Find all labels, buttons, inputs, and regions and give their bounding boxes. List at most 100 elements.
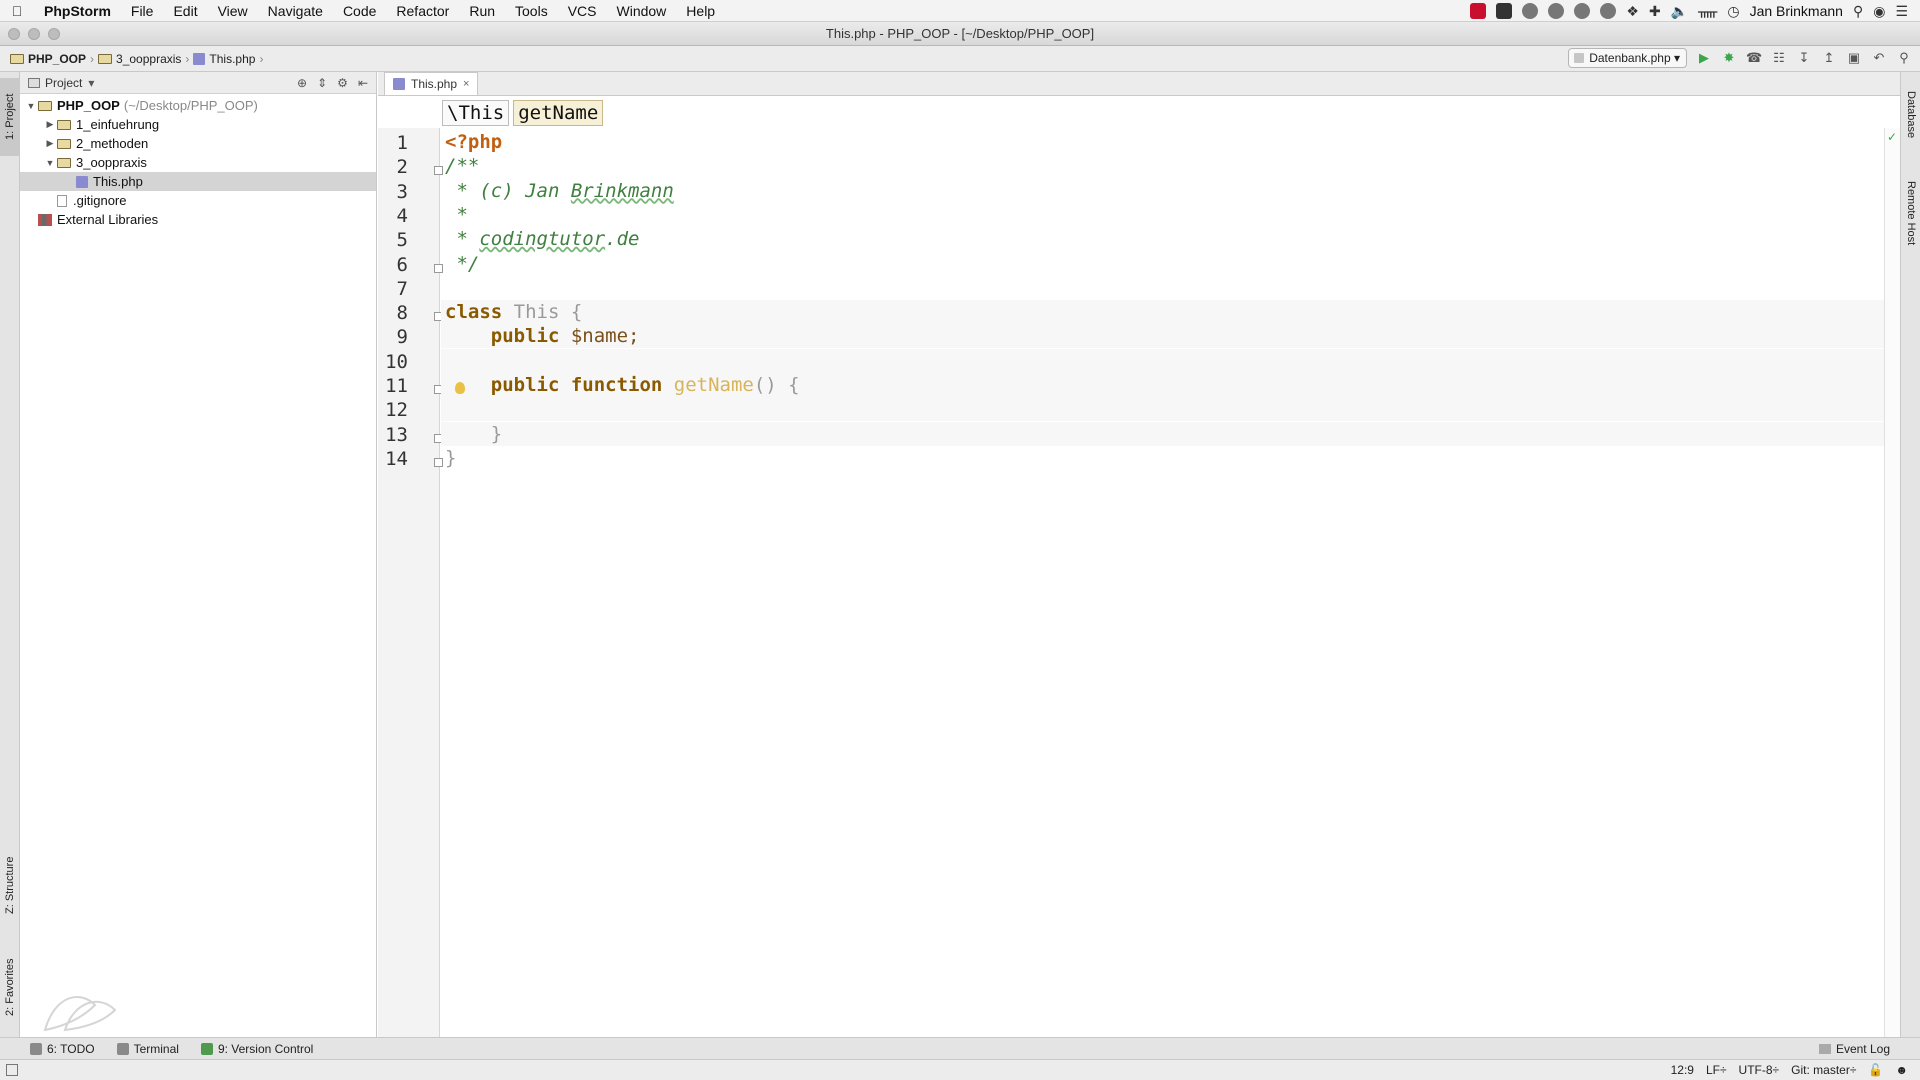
- tree-item[interactable]: ▼ PHP_OOP (~/Desktop/PHP_OOP): [20, 96, 376, 115]
- volume-icon[interactable]: 🔈: [1671, 3, 1688, 20]
- spotlight-search-icon[interactable]: ⚲: [1853, 3, 1863, 20]
- validate-debug-icon[interactable]: ☷: [1771, 50, 1787, 66]
- dropbox-icon[interactable]: ❖: [1626, 3, 1639, 20]
- search-everywhere-icon[interactable]: ⚲: [1896, 50, 1912, 66]
- tree-item[interactable]: ▶ 2_methoden: [20, 134, 376, 153]
- revert-icon[interactable]: ↶: [1871, 50, 1887, 66]
- tab-favorites[interactable]: 2: Favorites: [0, 944, 20, 1030]
- hide-panel-icon[interactable]: ⇤: [358, 76, 368, 90]
- tool-windows-toggle-icon[interactable]: [6, 1064, 18, 1076]
- code-line[interactable]: * (c) Jan Brinkmann: [445, 179, 673, 203]
- line-number: 13: [385, 423, 408, 446]
- menu-item-file[interactable]: File: [121, 0, 164, 22]
- menu-item-code[interactable]: Code: [333, 0, 386, 22]
- code-line[interactable]: }: [445, 446, 456, 470]
- vcs-commit-icon[interactable]: ↥: [1821, 50, 1837, 66]
- code-token: getName: [673, 374, 754, 396]
- tab-remote-host[interactable]: Remote Host: [1901, 168, 1920, 258]
- git-branch[interactable]: Git: master÷: [1791, 1063, 1856, 1077]
- run-configuration-select[interactable]: Datenbank.php ▾: [1568, 48, 1687, 68]
- run-icon[interactable]: ▶: [1696, 50, 1712, 66]
- menu-item-run[interactable]: Run: [459, 0, 505, 22]
- tool-terminal[interactable]: Terminal: [116, 1042, 179, 1056]
- file-encoding[interactable]: UTF-8÷: [1739, 1063, 1780, 1077]
- event-log-icon: [1818, 1044, 1831, 1054]
- cursor-position[interactable]: 12:9: [1671, 1063, 1694, 1077]
- bluetooth-icon[interactable]: ᚅ: [1698, 3, 1717, 20]
- tree-item[interactable]: .gitignore: [20, 191, 376, 210]
- chevron-down-icon[interactable]: ▾: [88, 76, 94, 90]
- code-line[interactable]: public function getName() {: [445, 373, 800, 397]
- expanded-arrow-icon[interactable]: ▼: [43, 158, 57, 168]
- breadcrumb-file[interactable]: This.php: [209, 52, 255, 66]
- tool-todo[interactable]: 6: TODO: [30, 1042, 95, 1056]
- code-line[interactable]: *: [445, 203, 467, 227]
- menu-item-edit[interactable]: Edit: [163, 0, 207, 22]
- tab-database[interactable]: Database: [1901, 80, 1920, 150]
- tray-bookmark-icon[interactable]: [1496, 3, 1513, 19]
- code-line[interactable]: /**: [445, 154, 479, 178]
- code-line[interactable]: * codingtutor.de: [445, 227, 639, 251]
- tree-item[interactable]: ▼ 3_ooppraxis: [20, 153, 376, 172]
- breadcrumb-folder[interactable]: 3_ooppraxis: [116, 52, 181, 66]
- code-editor[interactable]: <?php/** * (c) Jan Brinkmann * * codingt…: [441, 128, 1900, 1037]
- collapsed-arrow-icon[interactable]: ▶: [43, 138, 57, 149]
- gear-icon[interactable]: ⚙: [337, 76, 348, 90]
- menu-item-window[interactable]: Window: [607, 0, 677, 22]
- listen-debug-icon[interactable]: ☎: [1746, 50, 1762, 66]
- code-line[interactable]: */: [445, 252, 479, 276]
- editor-tab[interactable]: This.php ×: [384, 72, 479, 95]
- tree-item[interactable]: This.php: [20, 172, 376, 191]
- menu-item-refactor[interactable]: Refactor: [386, 0, 459, 22]
- tray-power-icon[interactable]: [1522, 3, 1539, 19]
- intention-bulb-icon[interactable]: [455, 382, 465, 394]
- code-token: class: [445, 301, 514, 324]
- tree-item[interactable]: ▶ 1_einfuehrung: [20, 115, 376, 134]
- debug-icon[interactable]: ✸: [1721, 50, 1737, 66]
- tab-structure[interactable]: Z: Structure: [0, 840, 20, 930]
- menu-item-tools[interactable]: Tools: [505, 0, 558, 22]
- tree-item[interactable]: External Libraries: [20, 210, 376, 229]
- code-token: */: [445, 252, 480, 275]
- tray-app-icon[interactable]: [1470, 3, 1487, 19]
- notification-center-icon[interactable]: ☰: [1895, 3, 1908, 20]
- menu-item-navigate[interactable]: Navigate: [258, 0, 333, 22]
- time-machine-icon[interactable]: ◷: [1727, 3, 1739, 20]
- tool-version-control[interactable]: 9: Version Control: [200, 1041, 314, 1056]
- editor-error-stripe[interactable]: ✓: [1884, 128, 1900, 1037]
- menu-item-view[interactable]: View: [208, 0, 258, 22]
- line-separator[interactable]: LF÷: [1706, 1063, 1727, 1077]
- tray-evernote-icon[interactable]: [1548, 3, 1565, 19]
- collapse-all-icon[interactable]: ⇕: [317, 76, 327, 90]
- navigation-bar: PHP_OOP › 3_ooppraxis › This.php › Daten…: [0, 46, 1920, 72]
- menu-user[interactable]: Jan Brinkmann: [1750, 3, 1843, 19]
- editor-breadcrumb-class[interactable]: \This: [442, 100, 510, 126]
- tool-event-log[interactable]: Event Log: [1818, 1042, 1890, 1056]
- tool-version-control-label: 9: Version Control: [217, 1041, 314, 1056]
- vcs-compare-icon[interactable]: ▣: [1846, 50, 1862, 66]
- scroll-from-source-icon[interactable]: ⊕: [297, 76, 307, 90]
- menu-item-vcs[interactable]: VCS: [558, 0, 607, 22]
- siri-icon[interactable]: ◉: [1873, 3, 1885, 20]
- apple-icon[interactable]: : [0, 3, 34, 19]
- tab-project[interactable]: 1: Project: [0, 78, 20, 156]
- menu-app-name[interactable]: PhpStorm: [34, 0, 121, 22]
- code-line[interactable]: <?php: [445, 130, 502, 154]
- tray-eye-icon[interactable]: [1600, 3, 1617, 19]
- inspection-icon[interactable]: ☻: [1895, 1063, 1908, 1077]
- code-line[interactable]: }: [445, 422, 502, 446]
- expanded-arrow-icon[interactable]: ▼: [24, 101, 38, 111]
- tray-leaf-icon[interactable]: [1574, 3, 1591, 19]
- collapsed-arrow-icon[interactable]: ▶: [43, 119, 57, 130]
- menu-item-help[interactable]: Help: [676, 0, 725, 22]
- close-icon[interactable]: ×: [463, 78, 469, 90]
- editor-tab-label: This.php: [411, 77, 458, 91]
- lock-icon[interactable]: 🔓: [1868, 1063, 1883, 1077]
- plus-icon[interactable]: ✚: [1649, 3, 1661, 20]
- editor-breadcrumb-method[interactable]: getName: [513, 100, 604, 126]
- project-view-select[interactable]: Project: [45, 76, 82, 90]
- code-line[interactable]: class This {: [445, 300, 582, 324]
- code-line[interactable]: public $name;: [445, 324, 640, 348]
- vcs-update-icon[interactable]: ↧: [1796, 50, 1812, 66]
- breadcrumb-project[interactable]: PHP_OOP: [28, 52, 86, 66]
